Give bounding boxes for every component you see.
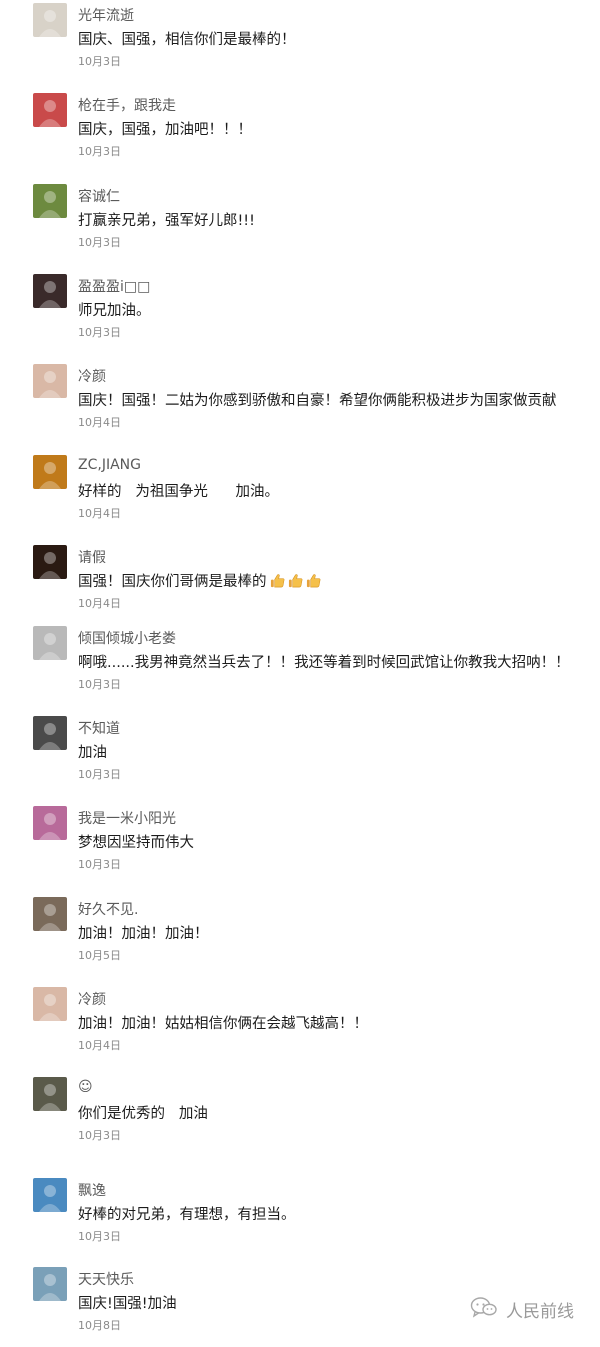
comment-author[interactable]: 冷颜 <box>78 366 106 386</box>
avatar[interactable] <box>33 545 67 579</box>
comment-date: 10月3日 <box>78 768 121 781</box>
thumbs-up-icon <box>306 573 321 588</box>
avatar[interactable] <box>33 93 67 127</box>
comment-item: 枪在手，跟我走国庆，国强，加油吧！！！ 10月3日 <box>0 93 600 173</box>
comment-item: 容诚仁打赢亲兄弟，强军好儿郎!!! 10月3日 <box>0 184 600 264</box>
comment-date: 10月8日 <box>78 1319 121 1332</box>
comment-date: 10月3日 <box>78 236 121 249</box>
watermark: 人民前线 <box>470 1296 574 1322</box>
comment-text: 加油 <box>78 741 107 762</box>
comment-date: 10月3日 <box>78 678 121 691</box>
comment-text: 师兄加油。 <box>78 299 151 320</box>
comment-text-content: 加油！加油！加油！ <box>78 926 209 942</box>
comment-date: 10月3日 <box>78 326 121 339</box>
comment-text-content: 加油！加油！姑姑相信你俩在会越飞越高！！ <box>78 1016 368 1032</box>
comment-text: 啊哦......我男神竟然当兵去了！！我还等着到时候回武馆让你教我大招呐！！ <box>78 651 570 672</box>
comment-text: 国强！国庆你们哥俩是最棒的 <box>78 570 321 591</box>
comment-text-content: 啊哦......我男神竟然当兵去了！！我还等着到时候回武馆让你教我大招呐！！ <box>78 655 570 671</box>
comment-text: 国庆，国强，加油吧！！！ <box>78 118 252 139</box>
avatar[interactable] <box>33 1267 67 1301</box>
comment-author[interactable]: 天天快乐 <box>78 1269 134 1289</box>
comment-item: 倾国倾城小老娄啊哦......我男神竟然当兵去了！！我还等着到时候回武馆让你教我… <box>0 626 600 706</box>
comment-text-content: 加油 <box>78 745 107 761</box>
avatar[interactable] <box>33 626 67 660</box>
comment-text: 好棒的对兄弟，有理想，有担当。 <box>78 1203 296 1224</box>
comment-item: 盈盈盈i□□ 师兄加油。 10月3日 <box>0 274 600 354</box>
avatar[interactable] <box>33 3 67 37</box>
avatar[interactable] <box>33 806 67 840</box>
comment-date: 10月3日 <box>78 145 121 158</box>
comment-author[interactable]: 我是一米小阳光 <box>78 808 176 828</box>
comment-item: 我是一米小阳光梦想因坚持而伟大 10月3日 <box>0 806 600 886</box>
comment-text: 好样的 为祖国争光 加油。 <box>78 480 279 501</box>
comment-date: 10月5日 <box>78 949 121 962</box>
comment-item: 不知道加油 10月3日 <box>0 716 600 796</box>
thumbs-up-icon <box>288 573 303 588</box>
avatar[interactable] <box>33 1178 67 1212</box>
comment-text-content: 国庆、国强，相信你们是最棒的！ <box>78 32 296 48</box>
comment-author[interactable]: ☺ <box>78 1079 93 1095</box>
comment-date: 10月3日 <box>78 55 121 68</box>
comment-text-content: 国强！国庆你们哥俩是最棒的 <box>78 574 267 590</box>
comment-text: 你们是优秀的 加油 <box>78 1102 208 1123</box>
wechat-icon <box>470 1296 498 1322</box>
comment-author[interactable]: 飘逸 <box>78 1180 106 1200</box>
comment-author[interactable]: 盈盈盈i□□ <box>78 276 150 296</box>
comment-date: 10月4日 <box>78 416 121 429</box>
comment-item: 冷颜加油！加油！姑姑相信你俩在会越飞越高！！ 10月4日 <box>0 987 600 1067</box>
comment-author[interactable]: ZC,JIANG <box>78 457 141 473</box>
avatar[interactable] <box>33 1077 67 1111</box>
comment-date: 10月4日 <box>78 1039 121 1052</box>
comment-author[interactable]: 请假 <box>78 547 106 567</box>
comment-text: 梦想因坚持而伟大 <box>78 831 194 852</box>
comment-text-content: 打赢亲兄弟，强军好儿郎!!! <box>78 213 255 229</box>
comment-text: 加油！加油！姑姑相信你俩在会越飞越高！！ <box>78 1012 368 1033</box>
comment-text-content: 国庆，国强，加油吧！！！ <box>78 122 252 138</box>
comment-text-content: 国庆！国强！二姑为你感到骄傲和自豪！希望你俩能积极进步为国家做贡献 <box>78 393 557 409</box>
comment-author[interactable]: 光年流逝 <box>78 5 134 25</box>
comment-item: 飘逸好棒的对兄弟，有理想，有担当。 10月3日 <box>0 1178 600 1258</box>
avatar[interactable] <box>33 364 67 398</box>
comment-author[interactable]: 好久不见. <box>78 899 138 919</box>
avatar[interactable] <box>33 987 67 1021</box>
avatar[interactable] <box>33 716 67 750</box>
avatar[interactable] <box>33 274 67 308</box>
comment-text-content: 国庆!国强!加油 <box>78 1296 177 1312</box>
comment-date: 10月4日 <box>78 507 121 520</box>
avatar[interactable] <box>33 455 67 489</box>
avatar[interactable] <box>33 897 67 931</box>
avatar[interactable] <box>33 184 67 218</box>
comment-text: 打赢亲兄弟，强军好儿郎!!! <box>78 209 255 230</box>
comment-text-content: 好样的 为祖国争光 加油。 <box>78 484 279 500</box>
thumbs-up-icon <box>270 573 285 588</box>
comment-item: 好久不见. 加油！加油！加油！ 10月5日 <box>0 897 600 977</box>
comment-text-content: 好棒的对兄弟，有理想，有担当。 <box>78 1207 296 1223</box>
comment-item: ZC,JIANG 好样的 为祖国争光 加油。 10月4日 <box>0 455 600 535</box>
comment-item: ☺ 你们是优秀的 加油 10月3日 <box>0 1077 600 1157</box>
comment-text: 国庆！国强！二姑为你感到骄傲和自豪！希望你俩能积极进步为国家做贡献 <box>78 389 557 410</box>
comment-item: 冷颜国庆！国强！二姑为你感到骄傲和自豪！希望你俩能积极进步为国家做贡献 10月4日 <box>0 364 600 444</box>
comment-author[interactable]: 冷颜 <box>78 989 106 1009</box>
comment-item: 光年流逝国庆、国强，相信你们是最棒的！ 10月3日 <box>0 3 600 83</box>
comment-item: 请假国强！国庆你们哥俩是最棒的 10月4日 <box>0 545 600 625</box>
watermark-text: 人民前线 <box>506 1301 574 1322</box>
comment-text: 国庆!国强!加油 <box>78 1292 177 1313</box>
comment-author[interactable]: 倾国倾城小老娄 <box>78 628 176 648</box>
comment-date: 10月3日 <box>78 1230 121 1243</box>
comment-date: 10月3日 <box>78 1129 121 1142</box>
comment-author[interactable]: 容诚仁 <box>78 186 120 206</box>
comment-author[interactable]: 枪在手，跟我走 <box>78 95 176 115</box>
comment-text: 国庆、国强，相信你们是最棒的！ <box>78 28 296 49</box>
comment-text: 加油！加油！加油！ <box>78 922 209 943</box>
comment-text-content: 梦想因坚持而伟大 <box>78 835 194 851</box>
comment-text-content: 你们是优秀的 加油 <box>78 1106 208 1122</box>
comment-date: 10月4日 <box>78 597 121 610</box>
comment-date: 10月3日 <box>78 858 121 871</box>
comment-author[interactable]: 不知道 <box>78 718 120 738</box>
comment-text-content: 师兄加油。 <box>78 303 151 319</box>
